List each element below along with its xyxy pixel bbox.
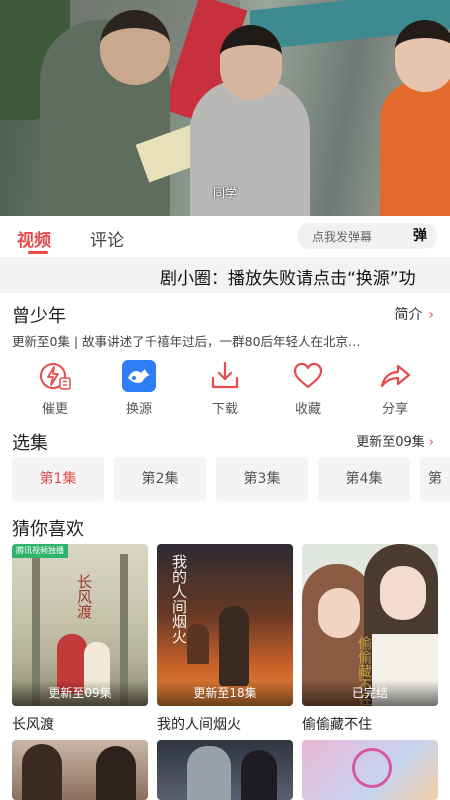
share-button[interactable]: 分享 bbox=[360, 360, 430, 417]
intro-link[interactable]: 简介 › bbox=[394, 304, 434, 324]
episodes-title: 选集 bbox=[12, 433, 48, 454]
episode-item-5[interactable]: 第 bbox=[420, 457, 450, 501]
action-label: 催更 bbox=[41, 402, 68, 417]
urge-update-icon bbox=[40, 363, 71, 390]
poster-figure bbox=[187, 624, 209, 664]
tab-video[interactable]: 视频 bbox=[17, 226, 51, 251]
share-icon bbox=[380, 364, 411, 388]
update-badge: 已完结 bbox=[302, 680, 438, 706]
action-label: 分享 bbox=[381, 402, 408, 417]
action-label: 换源 bbox=[125, 402, 152, 417]
heart-icon bbox=[293, 362, 323, 389]
danmaku-input[interactable]: 点我发弹幕 bbox=[312, 228, 372, 245]
switch-source-icon bbox=[122, 360, 156, 392]
poster-title-art: 长风渡 bbox=[75, 574, 93, 619]
poster-figure bbox=[187, 746, 231, 800]
recommend-title: 猜你喜欢 bbox=[12, 519, 84, 540]
show-description: 更新至0集 | 故事讲述了千禧年过后，一群80后年轻人在北京… bbox=[12, 334, 361, 349]
episodes-update-status: 更新至09集 bbox=[356, 435, 425, 450]
intro-label: 简介 bbox=[394, 307, 423, 323]
video-person-head bbox=[395, 20, 450, 92]
action-label: 收藏 bbox=[294, 402, 321, 417]
recommend-card[interactable]: 我的人间烟火 更新至18集 我的人间烟火 bbox=[157, 544, 293, 734]
download-button[interactable]: 下载 bbox=[190, 360, 260, 417]
recommend-card-title: 我的人间烟火 bbox=[157, 717, 241, 733]
video-person-head bbox=[100, 10, 170, 85]
episode-item-2[interactable]: 第2集 bbox=[114, 457, 206, 501]
recommend-poster[interactable] bbox=[157, 740, 293, 800]
video-player[interactable]: 同学 bbox=[0, 0, 450, 216]
active-tab-indicator bbox=[28, 251, 48, 254]
recommend-poster[interactable] bbox=[12, 740, 148, 800]
poster-face bbox=[380, 566, 426, 620]
exclusive-tag: 腾讯视频独播 bbox=[12, 544, 68, 558]
urge-update-button[interactable]: 催更 bbox=[20, 360, 90, 417]
switch-source-button[interactable]: 换源 bbox=[104, 360, 174, 417]
recommend-poster[interactable] bbox=[302, 740, 438, 800]
action-label: 下载 bbox=[211, 402, 238, 417]
episode-item-1[interactable]: 第1集 bbox=[12, 457, 104, 501]
poster-title-art: 我的人间烟火 bbox=[170, 554, 188, 644]
poster-figure bbox=[219, 606, 249, 686]
episode-item-3[interactable]: 第3集 bbox=[216, 457, 308, 501]
danmaku-toggle-button[interactable]: 弹 bbox=[407, 225, 433, 247]
recommend-poster: 偷偷藏不住 已完结 bbox=[302, 544, 438, 706]
danmaku-bar[interactable]: 点我发弹幕 弹 bbox=[297, 223, 437, 249]
chevron-right-icon: › bbox=[428, 307, 434, 323]
poster-figure bbox=[22, 744, 62, 800]
video-person-head bbox=[220, 25, 282, 100]
update-badge: 更新至18集 bbox=[157, 680, 293, 706]
tab-bar: 视频 评论 点我发弹幕 弹 bbox=[0, 218, 450, 256]
update-badge: 更新至09集 bbox=[12, 680, 148, 706]
show-title: 曾少年 bbox=[12, 306, 66, 327]
notice-text: 剧小圈：播放失败请点击“换源”功 bbox=[160, 269, 416, 289]
recommend-poster: 长风渡 腾讯视频独播 更新至09集 bbox=[12, 544, 148, 706]
recommend-card-title: 长风渡 bbox=[12, 717, 54, 733]
download-icon bbox=[211, 361, 239, 389]
poster-title-art bbox=[352, 748, 392, 788]
action-row: 催更 换源 下载 收藏 分享 bbox=[0, 360, 450, 420]
notice-marquee: 剧小圈：播放失败请点击“换源”功 bbox=[0, 257, 450, 293]
video-subtitle: 同学 bbox=[212, 186, 237, 200]
poster-face bbox=[318, 588, 360, 638]
chevron-right-icon: › bbox=[428, 435, 434, 450]
recommend-card[interactable]: 偷偷藏不住 已完结 偷偷藏不住 bbox=[302, 544, 438, 734]
recommend-card-title: 偷偷藏不住 bbox=[302, 717, 372, 733]
favorite-button[interactable]: 收藏 bbox=[273, 360, 343, 417]
episode-item-4[interactable]: 第4集 bbox=[318, 457, 410, 501]
poster-figure bbox=[241, 750, 277, 800]
recommend-poster: 我的人间烟火 更新至18集 bbox=[157, 544, 293, 706]
recommend-card[interactable]: 长风渡 腾讯视频独播 更新至09集 长风渡 bbox=[12, 544, 148, 734]
tab-comments[interactable]: 评论 bbox=[90, 226, 124, 251]
poster-figure bbox=[96, 746, 136, 800]
episodes-more-link[interactable]: 更新至09集 › bbox=[356, 431, 434, 450]
